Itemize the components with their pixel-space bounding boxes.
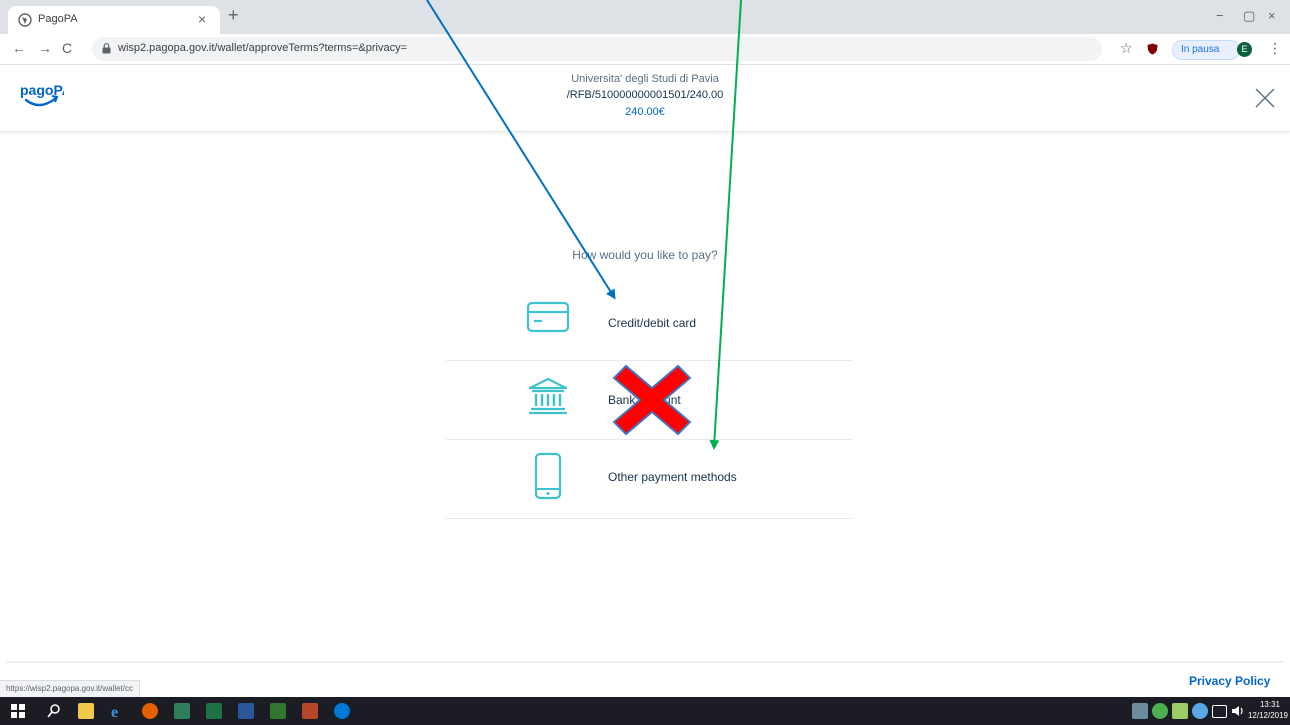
payment-amount: 240.00€ — [625, 106, 665, 118]
privacy-policy-link[interactable]: Privacy Policy — [1189, 674, 1270, 688]
new-tab-button[interactable]: + — [228, 5, 239, 26]
profile-avatar[interactable]: E — [1237, 42, 1252, 57]
bank-icon — [528, 377, 568, 415]
globe-icon — [18, 13, 32, 27]
maximize-icon[interactable]: ▢ — [1243, 8, 1255, 24]
bookmark-star-icon[interactable]: ☆ — [1120, 40, 1133, 57]
option-credit-card[interactable]: Credit/debit card — [446, 281, 852, 361]
option-label: Other payment methods — [608, 470, 737, 484]
firefox-icon[interactable] — [142, 703, 158, 719]
ublock-shield-icon[interactable] — [1147, 43, 1158, 55]
payee-name: Universita' degli Studi di Pavia — [571, 73, 719, 85]
close-icon[interactable] — [1254, 87, 1276, 109]
payment-question: How would you like to pay? — [572, 248, 718, 262]
back-arrow-icon[interactable]: ← — [12, 40, 26, 56]
edge-browser-icon[interactable]: e — [110, 703, 126, 719]
page-header: pagoPA Universita' degli Studi di Pavia … — [0, 65, 1290, 132]
tray-android-icon[interactable] — [1172, 703, 1188, 719]
browser-tab[interactable]: PagoPA × — [8, 6, 220, 34]
option-label: Credit/debit card — [608, 316, 697, 330]
chrome-taskbar-icon[interactable] — [174, 703, 190, 719]
browser-menu-icon[interactable]: ⋮ — [1268, 40, 1282, 57]
clock-date[interactable]: 12/12/2019 — [1245, 711, 1290, 720]
option-label: Bank account — [608, 393, 681, 407]
windows-start-icon[interactable] — [10, 703, 26, 719]
word-icon[interactable] — [238, 703, 254, 719]
excel-icon[interactable] — [206, 703, 222, 719]
option-bank-account[interactable]: Bank account — [446, 360, 852, 440]
powerpoint-icon[interactable] — [302, 703, 318, 719]
minimize-icon[interactable]: − — [1216, 8, 1224, 23]
browser-toolbar: ← → C wisp2.pagopa.gov.it/wallet/approve… — [0, 34, 1290, 65]
reload-icon[interactable]: C — [62, 40, 72, 56]
tray-sync-icon[interactable] — [1192, 703, 1208, 719]
option-other-methods[interactable]: Other payment methods — [446, 439, 852, 519]
tab-title: PagoPA — [38, 13, 78, 25]
svg-text:e: e — [111, 704, 118, 719]
browser-tab-strip: PagoPA × + − ▢ × — [0, 0, 1290, 34]
lock-icon — [102, 43, 111, 54]
window-close-icon[interactable]: × — [1268, 8, 1276, 23]
address-bar[interactable]: wisp2.pagopa.gov.it/wallet/approveTerms?… — [92, 37, 1102, 61]
tray-display-icon[interactable] — [1212, 705, 1227, 718]
status-bar-url: https://wisp2.pagopa.gov.it/wallet/cc — [0, 680, 141, 698]
footer-divider — [6, 661, 1284, 663]
forward-arrow-icon[interactable]: → — [38, 40, 52, 56]
file-explorer-icon[interactable] — [78, 703, 94, 719]
profile-status-pill[interactable]: In pausa — [1172, 40, 1241, 60]
windows-taskbar: e 13:31 12/12/2019 — [0, 697, 1290, 725]
credit-card-icon — [526, 301, 570, 333]
tray-network-icon[interactable] — [1132, 703, 1148, 719]
search-icon[interactable] — [46, 703, 62, 719]
volume-icon[interactable] — [1230, 703, 1246, 719]
payment-reference: /RFB/51000000000150​1/240.00 — [566, 89, 724, 101]
tab-close-icon[interactable]: × — [198, 11, 206, 27]
smartphone-icon — [534, 452, 562, 500]
clock-time[interactable]: 13:31 — [1250, 700, 1290, 709]
tray-app-icon[interactable] — [1152, 703, 1168, 719]
outlook-icon[interactable] — [334, 703, 350, 719]
project-icon[interactable] — [270, 703, 286, 719]
url-text: wisp2.pagopa.gov.it/wallet/approveTerms?… — [118, 42, 407, 54]
